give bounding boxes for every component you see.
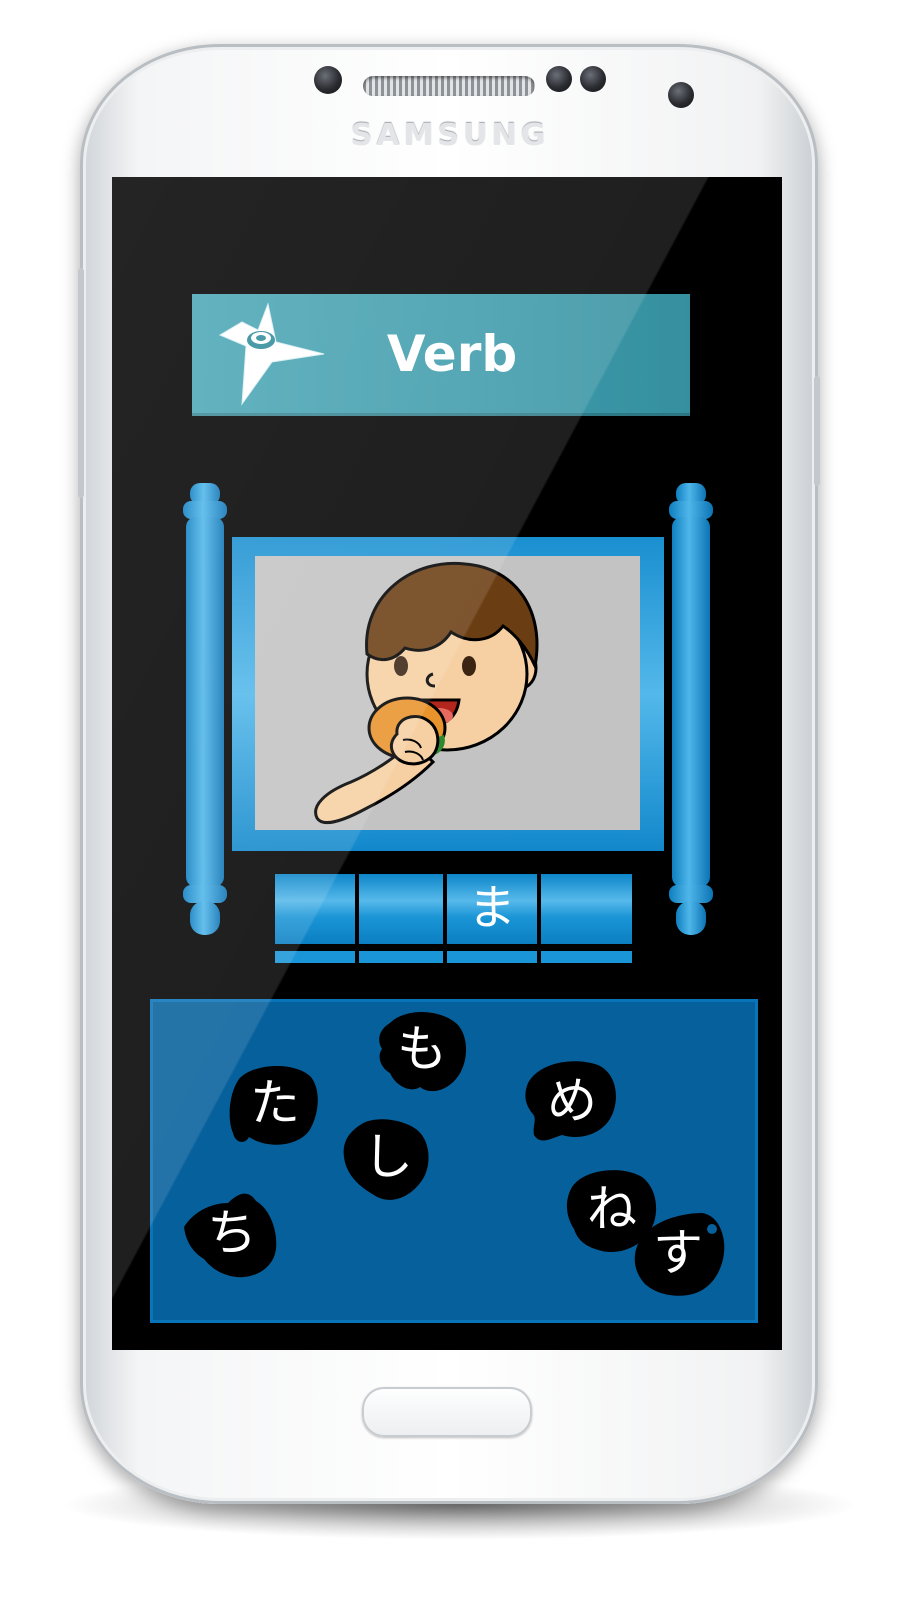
brand-logo: SAMSUNG [350, 118, 550, 153]
stage: SAMSUNG Verb ま も た め し ち ね す [0, 0, 924, 1600]
notification-led-icon [668, 82, 694, 108]
earpiece-speaker [363, 76, 535, 96]
letter-tile-label: す [653, 1224, 703, 1282]
clue-picture [255, 556, 640, 830]
scroll-roller-right [669, 483, 713, 935]
letter-tile-mo[interactable]: も [372, 1003, 472, 1099]
answer-slot-underline [275, 951, 355, 963]
light-sensor-icon [580, 66, 606, 92]
category-banner: Verb [192, 294, 690, 416]
volume-button [78, 268, 84, 498]
letter-tile-label: た [250, 1074, 300, 1132]
letter-tile-me[interactable]: め [522, 1055, 622, 1151]
answer-slot-3[interactable]: ま [447, 874, 537, 944]
screen: Verb ま も た め し ち ね す [112, 177, 782, 1350]
answer-slot-underline [447, 951, 537, 963]
answer-slot-2[interactable] [359, 874, 443, 944]
letter-tile-su[interactable]: す [628, 1207, 728, 1303]
front-camera-icon [314, 66, 342, 94]
letter-tile-label: ち [207, 1204, 257, 1262]
letter-tile-label: も [397, 1020, 447, 1078]
boy-eating-burger-illustration [314, 561, 539, 824]
letter-tile-chi[interactable]: ち [182, 1187, 282, 1283]
answer-slot-underline [541, 951, 632, 963]
proximity-sensor-icon [546, 66, 572, 92]
answer-slot-underline [359, 951, 443, 963]
letter-tile-label: し [363, 1128, 413, 1186]
scroll-roller-left [183, 483, 227, 935]
answer-slot-1[interactable] [275, 874, 355, 944]
home-button[interactable] [362, 1387, 532, 1437]
power-button [814, 376, 820, 486]
category-title: Verb [386, 325, 518, 383]
letter-tile-shi[interactable]: し [338, 1111, 438, 1207]
answer-slot-4[interactable] [541, 874, 632, 944]
letter-tile-ta[interactable]: た [225, 1057, 325, 1153]
shuriken-icon [218, 302, 325, 406]
letter-tile-label: め [547, 1072, 597, 1130]
